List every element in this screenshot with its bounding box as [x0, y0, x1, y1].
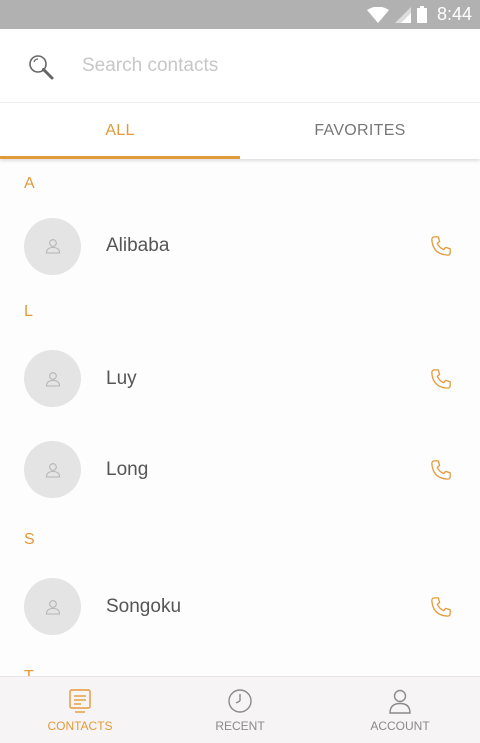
- nav-recent-label: RECENT: [215, 719, 265, 733]
- contact-name: Long: [106, 458, 149, 480]
- wifi-icon: [366, 6, 389, 23]
- tab-favorites-label: FAVORITES: [314, 122, 406, 139]
- account-icon: [389, 689, 411, 714]
- contact-name: Alibaba: [106, 235, 170, 256]
- contact-name: Songoku: [106, 595, 182, 617]
- section-header-s: S: [24, 531, 35, 548]
- contact-row-luy[interactable]: Luy: [0, 333, 480, 424]
- contact-list[interactable]: A Alibaba L Luy Long S Songoku: [0, 159, 480, 676]
- tab-all-label: ALL: [105, 122, 135, 139]
- search-bar: [0, 29, 480, 103]
- contact-row-long[interactable]: Long: [0, 424, 480, 515]
- phone-icon[interactable]: [430, 368, 452, 390]
- search-icon[interactable]: [27, 53, 55, 81]
- signal-icon: [394, 6, 411, 23]
- avatar: [24, 217, 81, 275]
- avatar: [24, 578, 81, 635]
- contact-name: Luy: [106, 367, 137, 389]
- nav-recent[interactable]: RECENT: [160, 677, 320, 743]
- contacts-icon: [69, 689, 91, 713]
- phone-icon[interactable]: [430, 459, 452, 481]
- phone-icon[interactable]: [430, 235, 452, 257]
- nav-account-label: ACCOUNT: [370, 719, 430, 733]
- tab-favorites[interactable]: FAVORITES: [240, 103, 480, 159]
- status-icons: 8:44: [366, 0, 472, 29]
- person-icon: [45, 239, 60, 254]
- contact-row-alibaba[interactable]: Alibaba: [0, 205, 480, 287]
- search-input[interactable]: [82, 51, 442, 81]
- person-icon: [45, 371, 60, 387]
- bottom-nav: CONTACTS RECENT ACCOUNT: [0, 676, 480, 743]
- avatar: [24, 441, 81, 498]
- section-header-l: L: [24, 303, 33, 320]
- battery-icon: [416, 6, 427, 23]
- nav-contacts[interactable]: CONTACTS: [0, 677, 160, 743]
- status-bar: 8:44: [0, 0, 480, 29]
- person-icon: [45, 599, 60, 615]
- person-icon: [45, 462, 60, 478]
- tab-all[interactable]: ALL: [0, 103, 240, 159]
- status-time: 8:44: [436, 4, 472, 24]
- tab-bar: ALL FAVORITES: [0, 103, 480, 159]
- nav-contacts-label: CONTACTS: [47, 719, 113, 733]
- section-header-t: T: [0, 652, 480, 676]
- contact-row-songoku[interactable]: Songoku: [0, 561, 480, 652]
- clock-icon: [228, 689, 252, 713]
- avatar: [24, 350, 81, 407]
- section-header-a: A: [24, 175, 35, 192]
- nav-account[interactable]: ACCOUNT: [320, 677, 480, 743]
- phone-icon[interactable]: [430, 596, 452, 618]
